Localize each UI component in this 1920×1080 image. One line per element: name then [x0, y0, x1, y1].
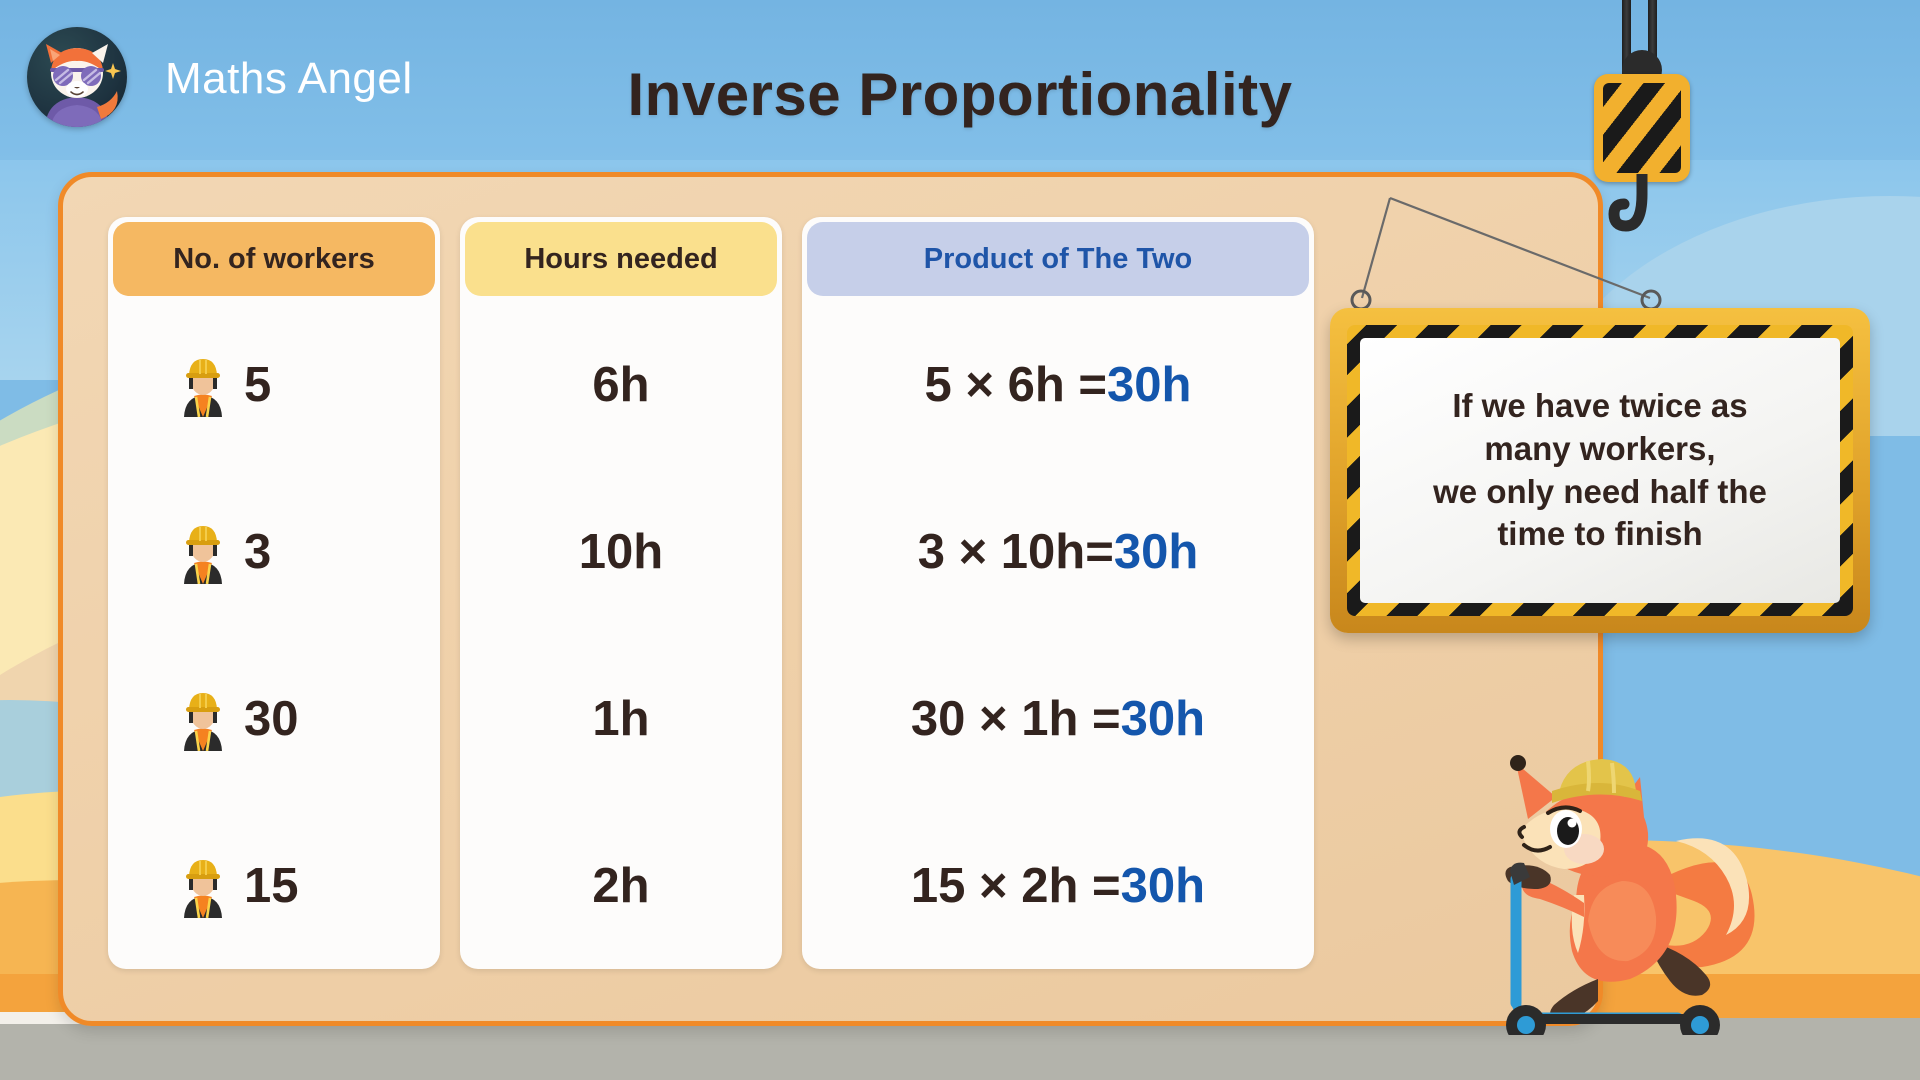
product-expression: 15 × 2h =	[910, 858, 1121, 913]
construction-worker-icon	[176, 854, 230, 918]
sign-face: If we have twice as many workers, we onl…	[1360, 338, 1840, 603]
table-row: 6h	[460, 301, 782, 468]
table-row: 2h	[460, 802, 782, 969]
table-row: 3	[108, 468, 440, 635]
table-column-workers: No. of workers 5 3 30 15	[108, 217, 440, 969]
column-header-workers: No. of workers	[113, 222, 435, 296]
product-expression: 5 × 6h =	[924, 357, 1108, 412]
workers-count: 30	[244, 691, 299, 746]
table-row: 30	[108, 635, 440, 802]
table-row: 10h	[460, 468, 782, 635]
construction-worker-icon	[176, 687, 230, 751]
construction-worker-icon	[176, 353, 230, 417]
table-row: 5	[108, 301, 440, 468]
workers-count: 3	[244, 524, 272, 579]
proportionality-table: No. of workers 5 3 30 15 Hours needed 6h…	[108, 217, 1328, 969]
table-column-hours: Hours needed 6h 10h 1h 2h	[460, 217, 782, 969]
column-header-product: Product of The Two	[807, 222, 1309, 296]
table-row: 30 × 1h = 30h	[802, 635, 1314, 802]
hours-value: 6h	[592, 357, 650, 412]
hours-value: 1h	[592, 691, 650, 746]
table-row: 3 × 10h= 30h	[802, 468, 1314, 635]
construction-worker-icon	[176, 520, 230, 584]
table-column-product: Product of The Two 5 × 6h = 30h 3 × 10h=…	[802, 217, 1314, 969]
product-result: 30h	[1107, 357, 1192, 412]
table-row: 1h	[460, 635, 782, 802]
column-body-workers: 5 3 30 15	[108, 301, 440, 969]
crane-hook-icon	[1570, 0, 1720, 232]
product-expression: 30 × 1h =	[910, 691, 1121, 746]
sign-frame: If we have twice as many workers, we onl…	[1330, 308, 1870, 633]
table-row: 5 × 6h = 30h	[802, 301, 1314, 468]
table-row: 15 × 2h = 30h	[802, 802, 1314, 969]
workers-count: 5	[244, 357, 272, 412]
sign-support-wires	[1350, 196, 1662, 311]
table-row: 15	[108, 802, 440, 969]
crane-block	[1594, 74, 1690, 182]
product-result: 30h	[1120, 691, 1206, 746]
fox-on-scooter-icon	[1480, 735, 1770, 1045]
column-body-hours: 6h 10h 1h 2h	[460, 301, 782, 969]
hours-value: 2h	[592, 858, 650, 913]
callout-sign: If we have twice as many workers, we onl…	[1330, 196, 1870, 633]
callout-text: If we have twice as many workers, we onl…	[1433, 386, 1767, 553]
product-result: 30h	[1113, 524, 1199, 579]
product-expression: 3 × 10h=	[917, 524, 1114, 579]
workers-count: 15	[244, 858, 299, 913]
hours-value: 10h	[578, 524, 664, 579]
hazard-stripes	[1603, 83, 1681, 173]
column-header-hours: Hours needed	[465, 222, 777, 296]
column-body-product: 5 × 6h = 30h 3 × 10h= 30h 30 × 1h = 30h …	[802, 301, 1314, 969]
hook-icon	[1608, 174, 1648, 232]
product-result: 30h	[1120, 858, 1206, 913]
